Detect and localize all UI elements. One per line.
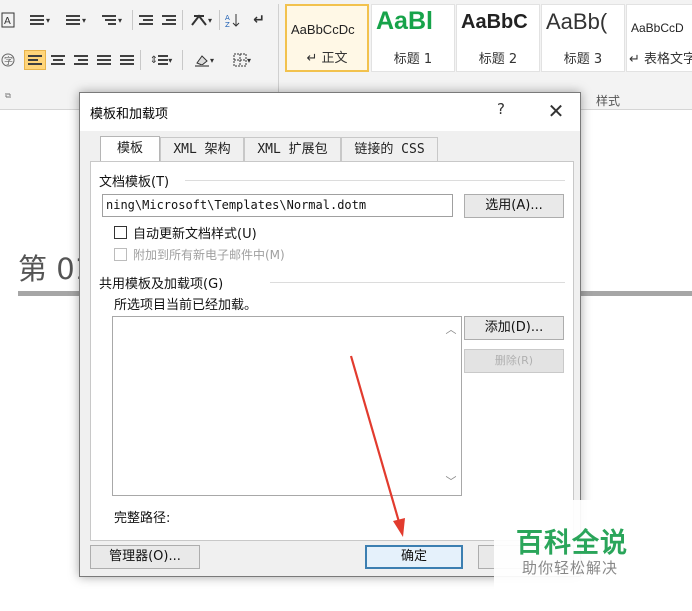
document-heading-rule — [18, 291, 80, 296]
add-button[interactable]: 添加(D)... — [464, 316, 564, 340]
attach-email-checkbox — [114, 247, 127, 261]
help-button[interactable]: ? — [491, 100, 511, 122]
numbered-list-icon[interactable]: ▾ — [58, 10, 94, 30]
sort-icon[interactable]: AZ — [222, 10, 244, 30]
chinese-layout-icon[interactable]: ▾ — [185, 10, 217, 30]
full-path-label: 完整路径: — [114, 511, 171, 526]
tab-xml-expansion-packs[interactable]: XML 扩展包 — [244, 137, 341, 162]
global-templates-label: 共用模板及加载项(G) — [99, 273, 228, 292]
auto-update-checkbox-row[interactable]: 自动更新文档样式(U) — [114, 223, 257, 242]
bullet-list-icon[interactable]: ▾ — [22, 10, 58, 30]
line-spacing-icon[interactable]: ⇕ ▾ — [143, 50, 179, 70]
phonetic-guide-icon[interactable]: 字 — [0, 50, 16, 70]
document-heading-rule — [581, 291, 692, 296]
styles-group-label: 样式 — [596, 94, 621, 108]
ribbon-group-divider — [278, 4, 279, 104]
watermark-brand: 百科全说 — [516, 528, 628, 559]
svg-text:Z: Z — [225, 21, 230, 28]
tab-templates[interactable]: 模板 — [100, 136, 160, 162]
styles-gallery: AaBbCcDc ↵ 正文 AaBl 标题 1 AaBbC 标题 2 AaBb(… — [285, 4, 692, 72]
align-right-icon[interactable] — [70, 50, 92, 70]
align-center-icon[interactable] — [47, 50, 69, 70]
multilevel-list-icon[interactable]: ▾ — [94, 10, 130, 30]
style-name: 标题 1 — [393, 52, 433, 67]
style-sample: AaBl — [376, 7, 433, 35]
style-sample: AaBbCcDc — [291, 22, 355, 37]
style-name: ↵ 正文 — [306, 51, 348, 66]
attach-button[interactable]: 选用(A)... — [464, 194, 564, 218]
auto-update-label: 自动更新文档样式(U) — [133, 226, 257, 242]
style-name: 标题 2 — [478, 52, 518, 67]
show-marks-icon[interactable]: ↵ — [248, 10, 270, 30]
distributed-align-icon[interactable] — [116, 50, 138, 70]
style-heading-1[interactable]: AaBl 标题 1 — [371, 4, 455, 72]
ribbon-separator — [140, 50, 141, 70]
ribbon-separator — [182, 10, 183, 30]
borders-icon[interactable]: ▾ — [224, 50, 260, 70]
style-heading-3[interactable]: AaBb( 标题 3 — [541, 4, 625, 72]
increase-indent-icon[interactable] — [158, 10, 180, 30]
tab-linked-css[interactable]: 链接的 CSS — [341, 137, 438, 162]
style-sample: AaBb( — [546, 9, 608, 34]
style-heading-2[interactable]: AaBbC 标题 2 — [456, 4, 540, 72]
watermark: 百科全说 助你轻松解决 — [494, 500, 692, 600]
ribbon-separator — [219, 10, 220, 30]
close-icon[interactable]: ✕ — [536, 98, 576, 124]
svg-text:字: 字 — [4, 55, 13, 67]
svg-text:A: A — [4, 16, 11, 27]
attach-email-checkbox-row: 附加到所有新电子邮件中(M) — [114, 245, 285, 263]
document-template-label: 文档模板(T) — [99, 171, 174, 190]
dialog-launcher-icon[interactable]: ⧉ — [2, 90, 14, 102]
attach-email-label: 附加到所有新电子邮件中(M) — [133, 247, 285, 262]
style-sample: AaBbCcD — [631, 21, 684, 35]
shading-icon[interactable]: ▾ — [186, 50, 222, 70]
auto-update-checkbox[interactable] — [114, 225, 127, 239]
dialog-title: 模板和加载项 — [90, 107, 169, 122]
scroll-up-icon[interactable]: ︿ — [445, 324, 457, 336]
remove-button: 删除(R) — [464, 349, 564, 373]
style-name: ↵ 表格文字 — [629, 52, 692, 67]
watermark-tagline: 助你轻松解决 — [522, 559, 619, 577]
text-direction-icon[interactable]: A — [0, 10, 16, 30]
ribbon-separator — [132, 10, 133, 30]
loaded-status-text: 所选项目当前已经加载。 — [114, 298, 258, 313]
ok-button[interactable]: 确定 — [365, 545, 463, 569]
organizer-button[interactable]: 管理器(O)... — [90, 545, 200, 569]
scroll-down-icon[interactable]: ﹀ — [445, 476, 457, 488]
decrease-indent-icon[interactable] — [135, 10, 157, 30]
style-sample: AaBbC — [461, 11, 528, 33]
section-divider — [185, 180, 565, 181]
align-left-icon[interactable] — [24, 50, 46, 70]
ribbon-separator — [182, 50, 183, 70]
global-templates-list[interactable]: ︿ ﹀ — [112, 316, 462, 496]
tab-xml-schema[interactable]: XML 架构 — [160, 137, 244, 162]
dialog-titlebar[interactable]: 模板和加载项 ? ✕ — [80, 93, 580, 131]
template-path-field[interactable]: ning\Microsoft\Templates\Normal.dotm — [102, 194, 453, 217]
style-name: 标题 3 — [563, 52, 603, 67]
justify-icon[interactable] — [93, 50, 115, 70]
style-table-text[interactable]: AaBbCcD ↵ 表格文字 — [626, 4, 692, 72]
section-divider — [270, 282, 565, 283]
style-normal[interactable]: AaBbCcDc ↵ 正文 — [285, 4, 369, 72]
